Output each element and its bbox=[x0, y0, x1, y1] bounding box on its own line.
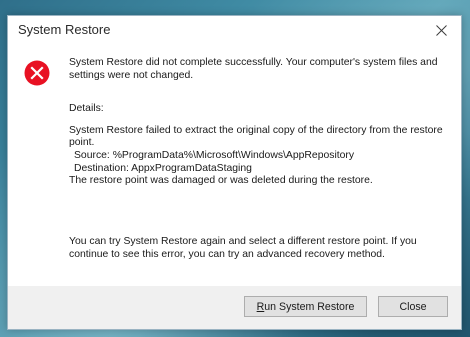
title-bar: System Restore bbox=[8, 16, 461, 46]
close-button[interactable]: Close bbox=[378, 296, 448, 317]
close-icon bbox=[435, 24, 447, 36]
details-line-source: Source: %ProgramData%\Microsoft\Windows\… bbox=[74, 149, 355, 161]
recovery-hint: You can try System Restore again and sel… bbox=[69, 236, 417, 260]
details-line-damaged: The restore point was damaged or was del… bbox=[69, 175, 373, 187]
details-label: Details: bbox=[69, 103, 104, 115]
close-window-button[interactable] bbox=[421, 16, 461, 44]
run-button-label: un System Restore bbox=[264, 300, 355, 313]
button-bar: Run System Restore Close bbox=[8, 286, 461, 329]
error-icon bbox=[24, 60, 50, 86]
run-mnemonic: R bbox=[256, 300, 265, 313]
details-text: System Restore failed to extract the ori… bbox=[69, 125, 449, 188]
dialog-content: System Restore did not complete successf… bbox=[69, 53, 449, 188]
system-restore-dialog: System Restore System Restore did not co… bbox=[7, 15, 462, 330]
error-message: System Restore did not complete successf… bbox=[69, 57, 438, 81]
dialog-title: System Restore bbox=[18, 22, 111, 37]
details-line-failure: System Restore failed to extract the ori… bbox=[69, 124, 443, 149]
run-system-restore-button[interactable]: Run System Restore bbox=[244, 296, 367, 317]
details-line-destination: Destination: AppxProgramDataStaging bbox=[74, 162, 252, 174]
